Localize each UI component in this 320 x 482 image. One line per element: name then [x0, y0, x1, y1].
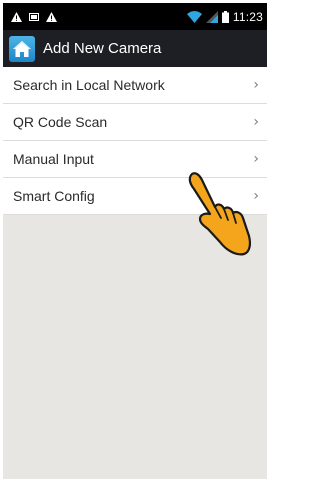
action-bar: Add New Camera	[3, 30, 267, 67]
chevron-right-icon: ›	[253, 77, 259, 93]
chevron-right-icon: ›	[253, 151, 259, 167]
menu-item-label: Manual Input	[13, 151, 94, 167]
sim-icon	[29, 12, 39, 22]
menu-item-search-local-network[interactable]: Search in Local Network ›	[3, 67, 267, 104]
status-time: 11:23	[232, 9, 263, 24]
menu-item-label: Search in Local Network	[13, 77, 165, 93]
status-left-icons	[11, 11, 57, 22]
tap-hand-icon	[188, 172, 252, 256]
warning-icon	[11, 11, 22, 22]
chevron-right-icon: ›	[253, 114, 259, 130]
page-title: Add New Camera	[43, 40, 162, 57]
battery-icon	[221, 10, 229, 23]
chevron-right-icon: ›	[253, 188, 259, 204]
menu-item-label: QR Code Scan	[13, 114, 108, 130]
home-icon[interactable]	[9, 35, 35, 62]
signal-icon	[205, 10, 218, 23]
status-bar: 11:23	[3, 3, 267, 30]
menu-item-label: Smart Config	[13, 188, 95, 204]
status-right-icons: 11:23	[186, 9, 263, 24]
menu-item-qr-code-scan[interactable]: QR Code Scan ›	[3, 104, 267, 141]
wifi-icon	[186, 10, 202, 23]
warning-icon	[46, 11, 57, 22]
